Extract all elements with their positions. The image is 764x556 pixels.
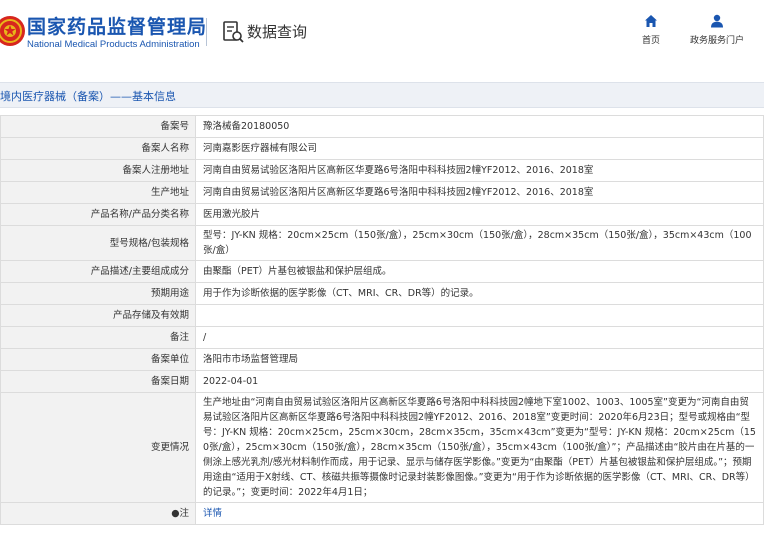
nmpa-emblem-logo — [0, 16, 25, 46]
info-row-value: 2022-04-01 — [195, 370, 764, 393]
info-row-label: 生产地址 — [0, 181, 196, 204]
breadcrumb-bar: 境内医疗器械（备案）——基本信息 — [0, 82, 764, 108]
info-row: 型号规格/包装规格 型号：JY-KN 规格：20cm×25cm（150张/盒），2… — [0, 225, 764, 261]
info-row-label: 产品描述/主要组成成分 — [0, 260, 196, 283]
info-row: 备案人名称 河南嘉影医疗器械有限公司 — [0, 137, 764, 160]
info-row-label: 变更情况 — [0, 392, 196, 503]
page-title: 数据查询 — [247, 23, 308, 41]
info-row-value: 用于作为诊断依据的医学影像（CT、MRI、CR、DR等）的记录。 — [195, 282, 764, 305]
nav-service-portal[interactable]: 政务服务门户 — [684, 14, 750, 46]
info-row-value: 由聚酯（PET）片基包被银盐和保护层组成。 — [195, 260, 764, 283]
info-row: 备案人注册地址 河南自由贸易试验区洛阳片区高新区华夏路6号洛阳中科科技园2幢YF2… — [0, 159, 764, 182]
info-row: 备案号 豫洛械备20180050 — [0, 115, 764, 138]
info-row-label: ●注 — [0, 502, 196, 525]
header-divider — [206, 18, 207, 46]
info-row: 变更情况 生产地址由“河南自由贸易试验区洛阳片区高新区华夏路6号洛阳中科科技园2幢… — [0, 392, 764, 503]
info-row-label: 备案人名称 — [0, 137, 196, 160]
info-row-label: 备案单位 — [0, 348, 196, 371]
info-row-label: 备案人注册地址 — [0, 159, 196, 182]
brand-name-en: National Medical Products Administration — [27, 39, 200, 50]
info-row-value: 豫洛械备20180050 — [195, 115, 764, 138]
info-row-value: 型号：JY-KN 规格：20cm×25cm（150张/盒），25cm×30cm（… — [195, 225, 764, 261]
info-row: 产品描述/主要组成成分 由聚酯（PET）片基包被银盐和保护层组成。 — [0, 260, 764, 283]
info-row: 备案单位 洛阳市市场监督管理局 — [0, 348, 764, 371]
user-icon — [711, 14, 723, 28]
nav-home-label: 首页 — [641, 36, 660, 46]
info-row-value: 河南自由贸易试验区洛阳片区高新区华夏路6号洛阳中科科技园2幢YF2012、201… — [195, 181, 764, 204]
info-row-label: 预期用途 — [0, 282, 196, 305]
info-row-label: 备案日期 — [0, 370, 196, 393]
info-row-value: 医用激光胶片 — [195, 203, 764, 226]
info-row-label: 产品名称/产品分类名称 — [0, 203, 196, 226]
info-row-value: 河南嘉影医疗器械有限公司 — [195, 137, 764, 160]
nav-portal-label: 政务服务门户 — [689, 36, 744, 46]
site-header: 国家药品监督管理局 National Medical Products Admi… — [0, 0, 764, 70]
info-row: 产品存储及有效期 — [0, 304, 764, 327]
details-link[interactable]: 详情 — [195, 502, 764, 525]
home-icon — [645, 15, 657, 27]
info-row-label: 型号规格/包装规格 — [0, 225, 196, 261]
info-row-value: 洛阳市市场监督管理局 — [195, 348, 764, 371]
basic-info-table-body: 备案号 豫洛械备20180050 备案人名称 河南嘉影医疗器械有限公司 备案人注册地址河… — [0, 115, 764, 525]
info-row-label: 备案号 — [0, 115, 196, 138]
info-row: 备注 / — [0, 326, 764, 349]
info-row-value: 生产地址由“河南自由贸易试验区洛阳片区高新区华夏路6号洛阳中科科技园2幢地下室1… — [195, 392, 764, 503]
info-row: ●注 详情 — [0, 502, 764, 525]
info-row-value: 河南自由贸易试验区洛阳片区高新区华夏路6号洛阳中科科技园2幢YF2012、201… — [195, 159, 764, 182]
info-row: 产品名称/产品分类名称 医用激光胶片 — [0, 203, 764, 226]
info-row-label: 备注 — [0, 326, 196, 349]
basic-info-table: 备案号 豫洛械备20180050 备案人名称 河南嘉影医疗器械有限公司 备案人注册地址河… — [0, 115, 764, 525]
info-row: 生产地址 河南自由贸易试验区洛阳片区高新区华夏路6号洛阳中科科技园2幢YF2012… — [0, 181, 764, 204]
info-row-value — [195, 304, 764, 327]
info-row-label: 产品存储及有效期 — [0, 304, 196, 327]
data-query-icon — [223, 21, 244, 43]
info-row: 预期用途 用于作为诊断依据的医学影像（CT、MRI、CR、DR等）的记录。 — [0, 282, 764, 305]
brand-name-cn: 国家药品监督管理局 — [27, 16, 208, 38]
info-row-value: / — [195, 326, 764, 349]
nav-home[interactable]: 首页 — [636, 14, 666, 46]
breadcrumb: 境内医疗器械（备案）——基本信息 — [0, 90, 176, 103]
info-row: 备案日期 2022-04-01 — [0, 370, 764, 393]
